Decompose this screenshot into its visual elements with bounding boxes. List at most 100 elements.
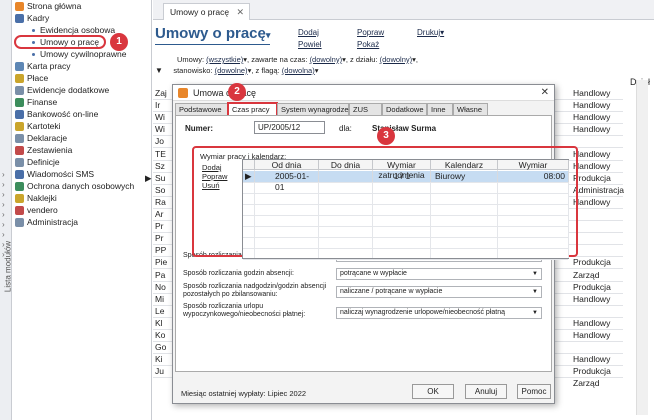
highlight-umowy-o-prace xyxy=(14,35,106,49)
field-select[interactable]: naliczaj wynagrodzenie urlopowe/nieobecn… xyxy=(336,307,542,319)
tab-label: Umowy o pracę xyxy=(170,7,230,17)
calendar-row-divider xyxy=(243,226,568,227)
sidebar-item[interactable]: vendero xyxy=(15,205,58,216)
sidebar-item-label: Deklaracje xyxy=(27,133,68,143)
calendar-group: Wymiar pracy i kalendarz: Dodaj Popraw Usu… xyxy=(192,146,578,260)
tab-umowy-o-prace[interactable]: Umowy o pracę ✕ xyxy=(163,3,251,20)
filter-toggle-icon[interactable]: ▼ xyxy=(155,66,163,75)
numer-label: Numer: xyxy=(185,124,214,133)
document-icon xyxy=(15,134,24,143)
contract-icon xyxy=(178,88,188,98)
duplicate-button[interactable]: Powiel xyxy=(298,40,322,49)
vendero-icon xyxy=(15,206,24,215)
filter-dzial[interactable]: (dowolny) xyxy=(380,55,413,64)
table-cell-name: Su xyxy=(155,172,166,183)
close-icon[interactable]: ✕ xyxy=(237,4,245,20)
table-cell-dzial: Handlowy xyxy=(573,330,611,340)
filter-flaga[interactable]: (dowolna) xyxy=(282,66,315,75)
help-button[interactable]: Pomoc xyxy=(517,384,551,399)
sidebar-item[interactable]: Zestawienia xyxy=(15,145,72,156)
table-cell-name: No xyxy=(155,281,166,292)
modules-stripe[interactable]: › › › › › › › › › Lista modułów xyxy=(0,0,13,420)
calendar-col-header[interactable]: Wymiar xyxy=(498,160,569,170)
table-cell-dzial: Handlowy xyxy=(573,112,611,123)
sidebar-item[interactable]: Naklejki xyxy=(15,193,57,204)
calendar-row-divider xyxy=(243,215,568,216)
table-cell-dzial: Produkcja xyxy=(573,257,611,268)
field-label: Sposób rozliczania urlopu wypoczynkowego… xyxy=(183,303,306,318)
sidebar-item[interactable]: Bankowość on-line xyxy=(15,109,98,120)
table-cell-dzial: Handlowy xyxy=(573,100,611,111)
add-button[interactable]: Dodaj xyxy=(298,28,319,37)
sidebar-item-label: Płace xyxy=(27,73,49,83)
table-cell-name: Ju xyxy=(155,366,164,377)
table-cell-name: Mi xyxy=(155,293,164,304)
calendar-col-divider xyxy=(497,170,498,258)
ok-button[interactable]: OK xyxy=(412,384,454,399)
sidebar-item-label: Definicje xyxy=(27,157,60,167)
sidebar-item-label: Naklejki xyxy=(27,193,57,203)
page-title[interactable]: Umowy o pracę▾ xyxy=(155,25,271,45)
table-cell-dzial: Zarząd xyxy=(573,378,600,389)
sms-icon xyxy=(15,170,24,179)
table-cell-name: Jo xyxy=(155,136,164,147)
calendar-cell-wymiar: 08:00 xyxy=(498,171,569,182)
calendar-col-header[interactable]: Wymiar zatrudnienia xyxy=(373,160,431,180)
calendar-col-header[interactable]: Kalendarz xyxy=(431,160,498,170)
sidebar-item[interactable]: Definicje xyxy=(15,157,60,168)
calendar-row-divider xyxy=(243,259,568,260)
close-icon[interactable]: ✕ xyxy=(541,85,549,101)
sidebar-item[interactable]: Umowy cywilnoprawne xyxy=(28,49,126,60)
sidebar-item[interactable]: Strona główna xyxy=(15,1,81,12)
calendar-cell-wymiar_zatr: 1 / 1 xyxy=(373,171,431,182)
calendar-cell-kalendarz: Biurowy xyxy=(431,171,498,182)
sidebar-item[interactable]: Wiadomości SMS xyxy=(15,169,94,180)
last-payment-label: Miesiąc ostatniej wypłaty: Lipiec 2022 xyxy=(181,389,307,398)
print-button[interactable]: Drukuj▾ xyxy=(417,28,444,37)
calendar-col-header[interactable] xyxy=(243,160,255,170)
admin-icon xyxy=(15,218,24,227)
sidebar-item[interactable]: Karta pracy xyxy=(15,61,70,72)
calendar-row-divider xyxy=(243,204,568,205)
table-cell-name: So xyxy=(155,184,166,195)
sidebar-item[interactable]: Finanse xyxy=(15,97,57,108)
shield-icon xyxy=(15,182,24,191)
table-cell-name: Ir xyxy=(155,100,161,111)
money-icon xyxy=(15,74,24,83)
calendar-row-divider xyxy=(243,193,568,194)
edit-button[interactable]: Popraw xyxy=(357,28,384,37)
sidebar-item[interactable]: Płace xyxy=(15,73,48,84)
sidebar-item-label: Zestawienia xyxy=(27,145,73,155)
show-button[interactable]: Pokaż xyxy=(357,40,379,49)
calendar-row-divider xyxy=(243,237,568,238)
sidebar-item-label: Karta pracy xyxy=(27,61,71,71)
table-cell-dzial: Produkcja xyxy=(573,281,611,292)
sidebar-item[interactable]: Kadry xyxy=(15,13,49,24)
filter-czas[interactable]: (dowolny) xyxy=(310,55,343,64)
sidebar-item[interactable]: Administracja xyxy=(15,217,78,228)
field-select[interactable]: naliczane / potrącane w wypłacie ▼ xyxy=(336,286,542,298)
field-select[interactable]: potrącane w wypłacie ▼ xyxy=(336,268,542,280)
numer-input[interactable]: UP/2005/12 xyxy=(254,121,325,134)
vertical-scrollbar[interactable] xyxy=(636,80,648,415)
filter-umowy[interactable]: (wszystkie) xyxy=(206,55,243,64)
cancel-button[interactable]: Anuluj xyxy=(465,384,507,399)
table-cell-name: Ar xyxy=(155,209,164,219)
calendar-col-divider xyxy=(372,170,373,258)
sidebar-item[interactable]: Ewidencje dodatkowe xyxy=(15,85,109,96)
calendar-action-2[interactable]: Usuń xyxy=(202,181,220,190)
sidebar-item[interactable]: Kartoteki xyxy=(15,121,61,132)
sidebar-item[interactable]: Ochrona danych osobowych xyxy=(15,181,134,192)
calendar-col-header[interactable]: Do dnia xyxy=(319,160,373,170)
sidebar-item-label: Administracja xyxy=(27,217,79,227)
calendar-row-divider xyxy=(243,182,568,183)
calendar-col-header[interactable]: Od dnia xyxy=(255,160,319,170)
sidebar-item[interactable]: Deklaracje xyxy=(15,133,67,144)
calendar-action-0[interactable]: Dodaj xyxy=(202,163,222,172)
folder-icon xyxy=(15,122,24,131)
table-cell-name: Go xyxy=(155,342,167,353)
table-cell-name: Pa xyxy=(155,269,166,280)
table-cell-name: Ra xyxy=(155,196,166,207)
calendar-action-1[interactable]: Popraw xyxy=(202,172,227,181)
filter-stanowisko[interactable]: (dowolne) xyxy=(215,66,248,75)
